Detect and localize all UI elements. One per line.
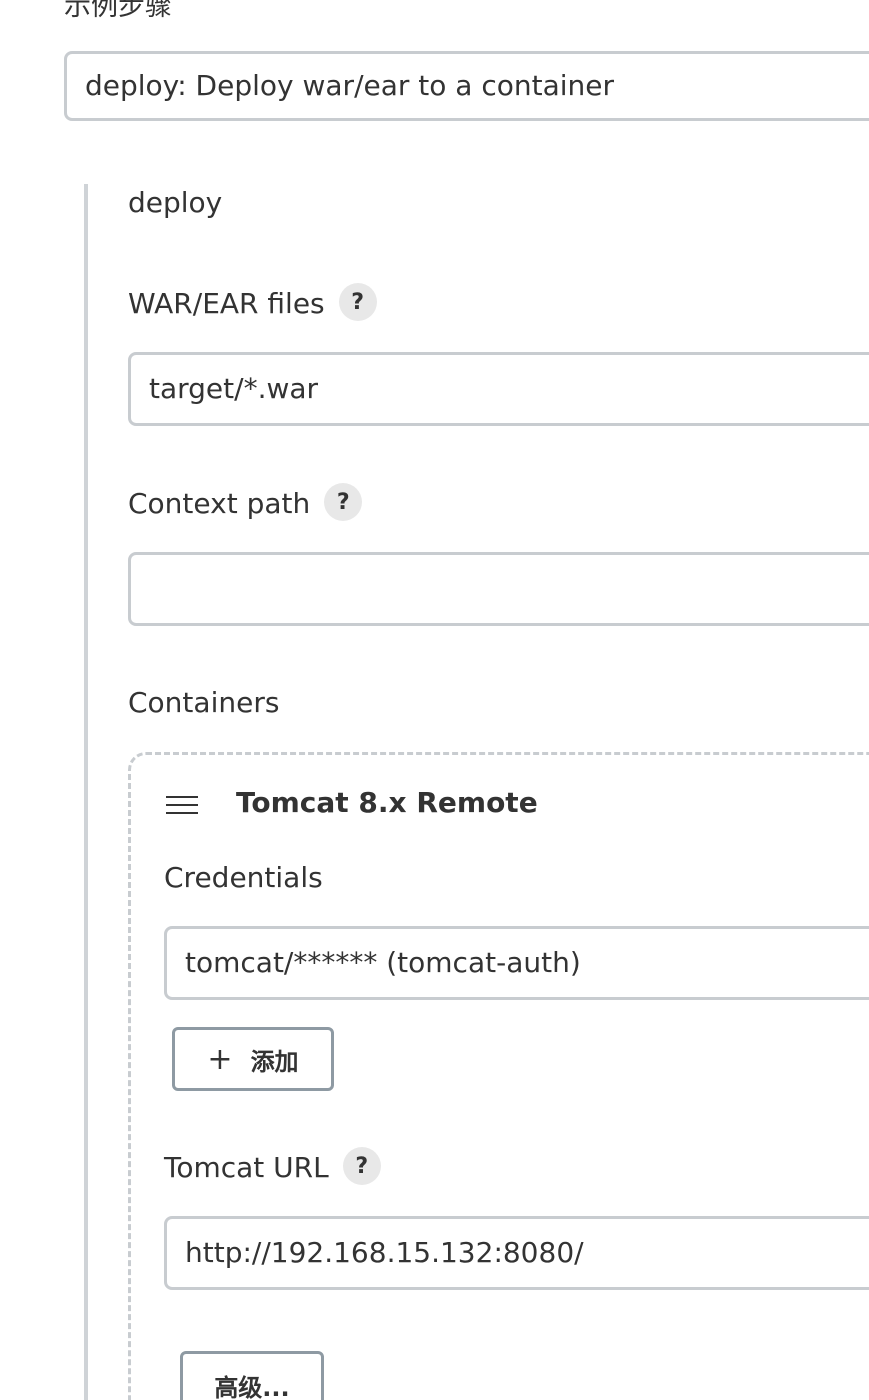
context-path-label: Context path [128,487,311,520]
war-ear-files-label: WAR/EAR files [128,287,325,320]
tomcat-url-label: Tomcat URL [164,1151,329,1184]
advanced-button[interactable]: 高级... [180,1351,324,1400]
context-path-input[interactable] [128,552,869,626]
context-path-label-row: Context path? [128,483,363,524]
tomcat-url-input[interactable]: http://192.168.15.132:8080/ [164,1216,869,1290]
credentials-select[interactable]: tomcat/****** (tomcat-auth) [164,926,869,1000]
help-icon[interactable]: ? [324,483,363,521]
add-button-label: 添加 [250,1047,299,1076]
war-ear-files-input[interactable]: target/*.war [128,352,869,426]
sample-step-label: 示例步骤 [64,0,172,22]
container-title: Tomcat 8.x Remote [236,786,538,819]
credentials-label: Credentials [164,861,323,894]
section-divider [84,184,88,1400]
deploy-heading: deploy [128,186,223,219]
page: 示例步骤 deploy: Deploy war/ear to a contain… [0,0,869,1400]
add-credentials-button[interactable]: + 添加 [172,1027,334,1091]
help-icon[interactable]: ? [338,283,377,321]
help-icon[interactable]: ? [342,1147,381,1185]
plus-icon: + [207,1041,233,1077]
war-ear-files-label-row: WAR/EAR files? [128,283,377,324]
containers-label: Containers [128,686,280,719]
tomcat-url-label-row: Tomcat URL? [164,1147,381,1188]
hamburger-icon[interactable] [166,796,198,816]
sample-step-select[interactable]: deploy: Deploy war/ear to a container [64,51,869,121]
